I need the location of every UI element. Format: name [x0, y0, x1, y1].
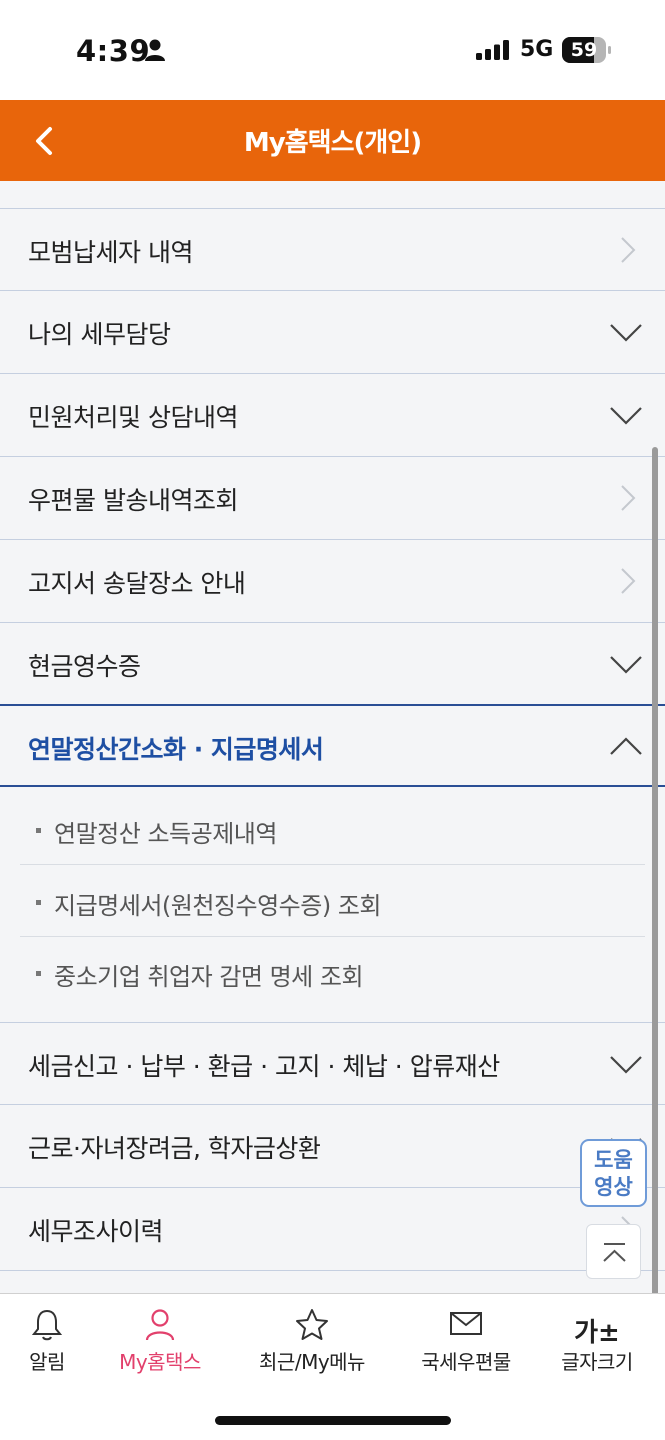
status-bar: 4:39 5G 59 [0, 0, 665, 100]
menu-item-label: 현금영수증 [28, 652, 141, 681]
menu-list: 모범납세자 내역 나의 세무담당 민원처리및 상담내역 우편물 발송내역조회 고… [0, 181, 665, 1293]
signal-icon [476, 40, 509, 60]
menu-item-tax-audit-history[interactable]: 세무조사이력 [0, 1188, 665, 1271]
nav-label: 국세우편물 [421, 1350, 511, 1374]
menu-item-tax-filing[interactable]: 세금신고 · 납부 · 환급 · 고지 · 체납 · 압류재산 [0, 1022, 665, 1105]
scrollbar[interactable] [652, 447, 658, 1337]
user-icon [145, 1309, 175, 1341]
menu-item-label: 고지서 송달장소 안내 [28, 569, 246, 598]
nav-item-recent-menu[interactable]: 최근/My메뉴 [236, 1300, 388, 1380]
submenu-item-sme-reduction[interactable]: 중소기업 취업자 감면 명세 조회 [20, 937, 645, 1008]
app-header: My홈택스(개인) [0, 100, 665, 181]
menu-item-notice-delivery[interactable]: 고지서 송달장소 안내 [0, 540, 665, 623]
chevron-down-icon [610, 656, 642, 674]
menu-item-label: 근로·자녀장려금, 학자금상환 [28, 1134, 321, 1163]
submenu-item-payment-statement[interactable]: 지급명세서(원천징수영수증) 조회 [20, 866, 645, 937]
menu-item-cash-receipt[interactable]: 현금영수증 [0, 623, 665, 706]
chevron-down-icon [610, 407, 642, 425]
chevron-down-icon [610, 324, 642, 342]
menu-item-model-taxpayer[interactable]: 모범납세자 내역 [0, 208, 665, 291]
nav-item-font-size[interactable]: 가± 글자크기 [541, 1300, 653, 1380]
menu-item-mail-history[interactable]: 우편물 발송내역조회 [0, 457, 665, 540]
menu-item-label: 나의 세무담당 [28, 320, 171, 349]
nav-item-tax-mail[interactable]: 국세우편물 [400, 1300, 532, 1380]
nav-label: My홈택스 [119, 1350, 201, 1374]
nav-label: 글자크기 [561, 1350, 633, 1374]
bullet [36, 971, 41, 976]
menu-item-label: 민원처리및 상담내역 [28, 403, 238, 432]
network-label: 5G [520, 37, 554, 62]
submenu-item-label: 지급명세서(원천징수영수증) 조회 [54, 892, 381, 920]
menu-item-earned-income-credit[interactable]: 근로·자녀장려금, 학자금상환 [0, 1105, 665, 1188]
bullet [36, 828, 41, 833]
chevron-right-icon [621, 568, 636, 594]
menu-item-civil-petitions[interactable]: 민원처리및 상담내역 [0, 374, 665, 457]
menu-item-label: 세금신고 · 납부 · 환급 · 고지 · 체납 · 압류재산 [28, 1052, 500, 1081]
font-size-icon: 가± [574, 1318, 620, 1348]
help-video-label: 도움 영상 [594, 1148, 633, 1199]
chevron-right-icon [621, 485, 636, 511]
menu-item-my-tax-officer[interactable]: 나의 세무담당 [0, 291, 665, 374]
page-title: My홈택스(개인) [243, 128, 422, 158]
help-video-button[interactable]: 도움 영상 [580, 1139, 647, 1207]
menu-item-year-end-settlement[interactable]: 연말정산간소화 · 지급명세서 [0, 704, 665, 787]
chevron-right-icon [621, 237, 636, 263]
scroll-top-icon [603, 1243, 626, 1262]
home-indicator [215, 1416, 451, 1425]
status-time: 4:39 [76, 34, 151, 68]
scroll-top-button[interactable] [586, 1224, 641, 1279]
menu-item-label: 연말정산간소화 · 지급명세서 [28, 735, 324, 764]
chevron-down-icon [610, 1056, 642, 1074]
submenu-item-label: 연말정산 소득공제내역 [54, 820, 277, 848]
nav-label: 최근/My메뉴 [259, 1350, 365, 1374]
star-icon [296, 1309, 328, 1340]
menu-item-label: 모범납세자 내역 [28, 238, 193, 267]
nav-item-my-hometax[interactable]: My홈택스 [94, 1300, 226, 1380]
menu-item-label: 우편물 발송내역조회 [28, 486, 238, 515]
nav-item-notifications[interactable]: 알림 [0, 1300, 94, 1380]
nav-label: 알림 [29, 1350, 65, 1374]
envelope-icon [450, 1312, 482, 1335]
submenu-item-label: 중소기업 취업자 감면 명세 조회 [54, 963, 364, 991]
person-icon [145, 39, 165, 61]
submenu-year-end: 연말정산 소득공제내역 지급명세서(원천징수영수증) 조회 중소기업 취업자 감… [0, 788, 665, 1022]
bell-icon [32, 1309, 62, 1341]
battery-level: 59 [570, 39, 598, 61]
menu-item-label: 세무조사이력 [28, 1217, 164, 1246]
bullet [36, 900, 41, 905]
chevron-up-icon [610, 737, 642, 755]
submenu-item-deduction-details[interactable]: 연말정산 소득공제내역 [20, 794, 645, 865]
